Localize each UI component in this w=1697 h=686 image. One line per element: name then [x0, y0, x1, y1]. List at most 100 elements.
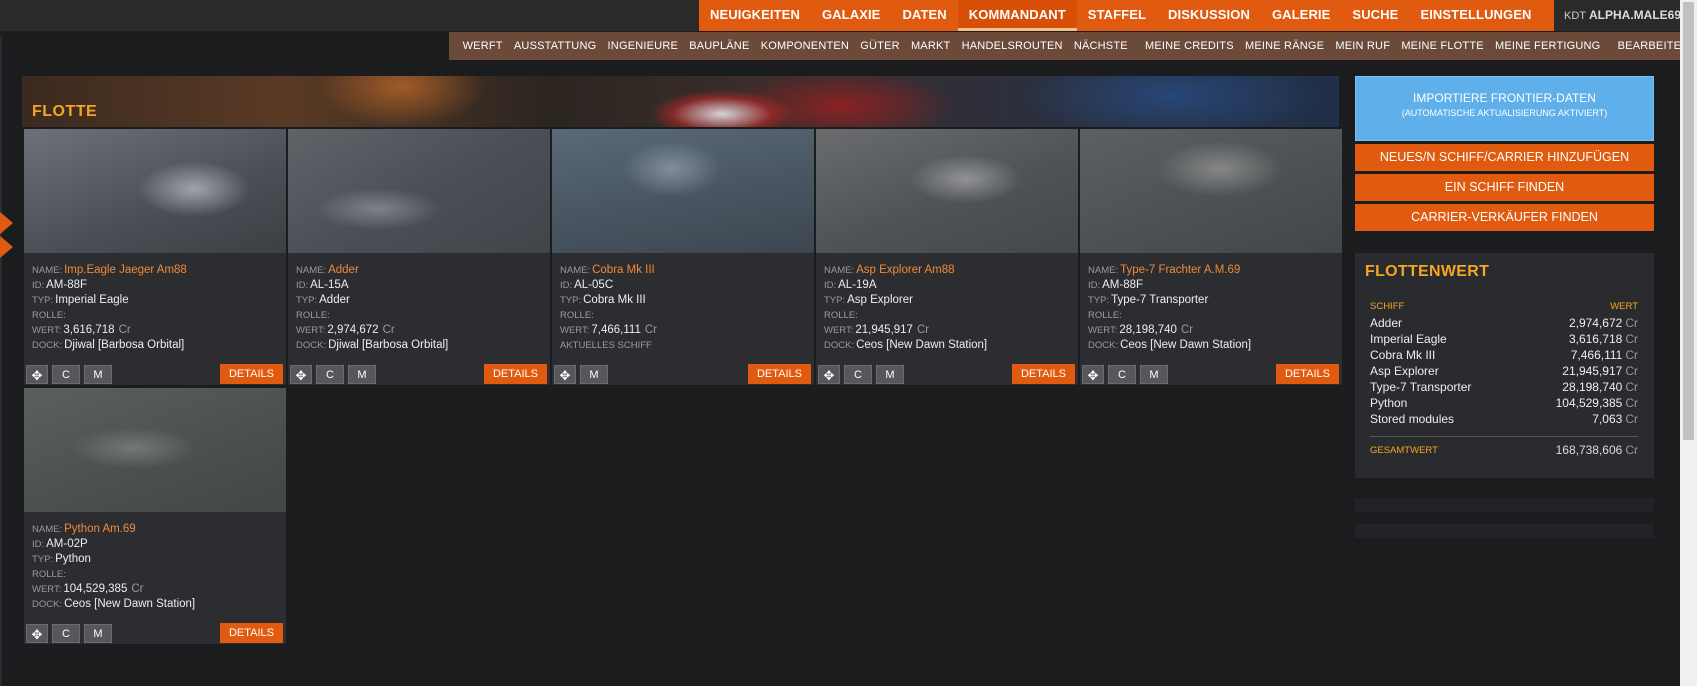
ship-name-value[interactable]: Type-7 Frachter A.M.69 [1120, 264, 1240, 276]
ship-c-button[interactable]: C [52, 624, 80, 643]
ship-name-label: NAME: [560, 265, 591, 276]
ship-info: NAME: Adder ID: AL-15A TYP: Adder ROLLE: WERT: 2… [296, 263, 448, 353]
details-button[interactable]: DETAILS [220, 364, 283, 384]
ship-name-value[interactable]: Cobra Mk III [592, 264, 655, 276]
col-value: WERT [1610, 301, 1638, 312]
subnav-item[interactable]: MEINE RÄNGE [1239, 40, 1329, 52]
ship-role: ROLLE: [296, 308, 448, 323]
subnav-item[interactable]: GÜTER [855, 40, 906, 52]
ship-dock-label: DOCK: [296, 340, 327, 351]
ship-value-unit: Cr [644, 324, 657, 336]
ship-type-value: Python [55, 553, 91, 565]
side-tab-arrow[interactable] [0, 236, 13, 258]
subnav-item[interactable]: AUSSTATTUNG [508, 40, 602, 52]
move-arrows-icon[interactable]: ✥ [26, 365, 48, 384]
find-carrier-button[interactable]: CARRIER-VERKÄUFER FINDEN [1355, 204, 1654, 231]
move-arrows-icon[interactable]: ✥ [1082, 365, 1104, 384]
nav-item-galaxie[interactable]: GALAXIE [811, 0, 891, 31]
fleet-total: GESAMTWERT 168,738,606 Cr [1370, 443, 1638, 457]
value-row-value: 2,974,672 Cr [1518, 315, 1638, 331]
move-arrows-icon[interactable]: ✥ [26, 624, 48, 643]
ship-id-label: ID: [32, 539, 45, 550]
details-button[interactable]: DETAILS [748, 364, 811, 384]
subnav-item[interactable]: NÄCHSTE [1068, 40, 1133, 52]
ship-value-value: 21,945,917 [855, 324, 913, 336]
fleet-value-header: SCHIFF WERT [1370, 301, 1638, 312]
side-tab-arrow[interactable] [0, 212, 13, 234]
nav-item-suche[interactable]: SUCHE [1341, 0, 1409, 31]
ship-value-unit: Cr [131, 583, 144, 595]
ship-image[interactable] [24, 129, 286, 253]
ship-image[interactable] [552, 129, 814, 253]
ship-type-value: Asp Explorer [847, 294, 913, 306]
import-frontier-button[interactable]: IMPORTIERE FRONTIER-DATEN (AUTOMATISCHE … [1355, 76, 1654, 141]
value-amount: 28,198,740 [1562, 380, 1623, 394]
subnav-item[interactable]: MEINE CREDITS [1139, 40, 1239, 52]
ship-id-label: ID: [1088, 280, 1101, 291]
move-arrows-icon[interactable]: ✥ [290, 365, 312, 384]
ship-image-fill [552, 129, 814, 253]
ship-value-unit: Cr [382, 324, 395, 336]
ship-dock-label: DOCK: [824, 340, 855, 351]
ship-type-value: Cobra Mk III [583, 294, 646, 306]
ship-dock-value: Ceos [New Dawn Station] [1120, 339, 1252, 351]
value-unit: Cr [1625, 396, 1638, 410]
nav-item-einstellungen[interactable]: EINSTELLUNGEN [1409, 0, 1542, 31]
nav-item-neuigkeiten[interactable]: NEUIGKEITEN [699, 0, 811, 31]
value-unit: Cr [1625, 412, 1638, 426]
left-edge [0, 36, 2, 686]
ship-c-button[interactable]: C [1108, 365, 1136, 384]
subnav-item[interactable]: HANDELSROUTEN [956, 40, 1068, 52]
ship-m-button[interactable]: M [580, 365, 608, 384]
ship-m-button[interactable]: M [84, 624, 112, 643]
move-arrows-icon[interactable]: ✥ [818, 365, 840, 384]
ship-c-button[interactable]: C [316, 365, 344, 384]
ship-value: WERT: 7,466,111 Cr [560, 323, 657, 338]
ship-card: NAME: Asp Explorer Am88 ID: AL-19A TYP: Asp E… [816, 129, 1078, 385]
subnav-item[interactable]: BAUPLÄNE [684, 40, 755, 52]
nav-item-staffel[interactable]: STAFFEL [1077, 0, 1157, 31]
nav-item-daten[interactable]: DATEN [891, 0, 957, 31]
nav-item-kommandant[interactable]: KOMMANDANT [957, 0, 1077, 31]
details-button[interactable]: DETAILS [1276, 364, 1339, 384]
ship-image[interactable] [288, 129, 550, 253]
ship-c-button[interactable]: C [844, 365, 872, 384]
nav-item-galerie[interactable]: GALERIE [1261, 0, 1341, 31]
subnav-item[interactable]: MARKT [905, 40, 956, 52]
divider [1370, 436, 1638, 437]
subnav-item[interactable]: MEIN RUF [1330, 40, 1396, 52]
value-row: Adder 2,974,672 Cr [1370, 315, 1638, 331]
move-arrows-icon[interactable]: ✥ [554, 365, 576, 384]
ship-image[interactable] [1080, 129, 1342, 253]
ship-name-value[interactable]: Python Am.69 [64, 523, 136, 535]
scrollbar[interactable] [1680, 0, 1697, 686]
subnav-item[interactable]: KOMPONENTEN [755, 40, 855, 52]
details-button[interactable]: DETAILS [484, 364, 547, 384]
subnav-item[interactable]: MEINE FERTIGUNG [1489, 40, 1606, 52]
nav-item-diskussion[interactable]: DISKUSSION [1157, 0, 1261, 31]
ship-name-value[interactable]: Adder [328, 264, 359, 276]
ship-m-button[interactable]: M [84, 365, 112, 384]
ship-name-label: NAME: [32, 524, 63, 535]
add-ship-button[interactable]: NEUES/N SCHIFF/CARRIER HINZUFÜGEN [1355, 144, 1654, 171]
subnav-item[interactable]: WERFT [457, 40, 508, 52]
find-ship-button[interactable]: EIN SCHIFF FINDEN [1355, 174, 1654, 201]
subnav-item[interactable]: INGENIEURE [602, 40, 684, 52]
value-row-ship: Stored modules [1370, 412, 1455, 426]
ship-id-label: ID: [824, 280, 837, 291]
ship-name-value[interactable]: Imp.Eagle Jaeger Am88 [64, 264, 187, 276]
subnav-item[interactable]: MEINE FLOTTE [1396, 40, 1490, 52]
commander-name[interactable]: KDT ALPHA.MALE69 [1554, 0, 1681, 31]
ship-name-value[interactable]: Asp Explorer Am88 [856, 264, 954, 276]
ship-c-button[interactable]: C [52, 365, 80, 384]
ship-image[interactable] [816, 129, 1078, 253]
value-row-ship: Cobra Mk III [1370, 348, 1436, 362]
ship-m-button[interactable]: M [1140, 365, 1168, 384]
ship-m-button[interactable]: M [348, 365, 376, 384]
ship-card: NAME: Type-7 Frachter A.M.69 ID: AM-88F TYP:… [1080, 129, 1342, 385]
ship-m-button[interactable]: M [876, 365, 904, 384]
ship-image[interactable] [24, 388, 286, 512]
details-button[interactable]: DETAILS [220, 623, 283, 643]
details-button[interactable]: DETAILS [1012, 364, 1075, 384]
scrollbar-thumb[interactable] [1683, 2, 1694, 440]
